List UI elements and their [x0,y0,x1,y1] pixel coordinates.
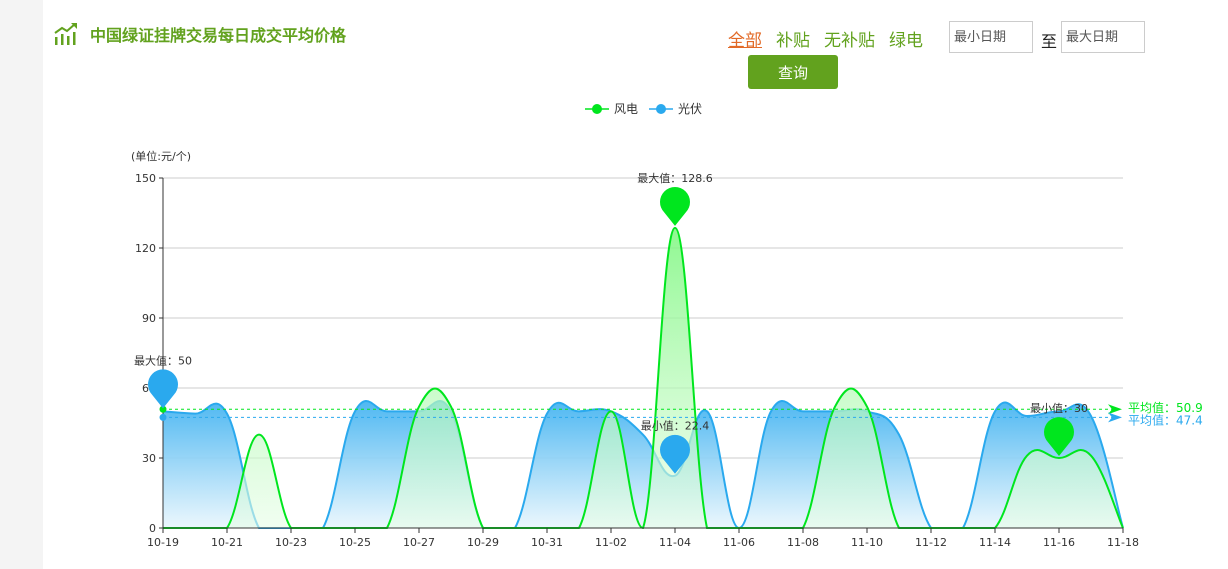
wind-average-start-dot [159,405,167,413]
y-tick-label: 150 [135,172,156,185]
x-tick-label: 10-29 [467,536,499,549]
solar-average-start-dot [159,413,167,421]
solar-min-pin [660,434,691,474]
x-tick-label: 11-14 [979,536,1011,549]
solar-max-label: 最大值：50 [134,353,192,367]
solar-series-line [162,400,1124,530]
y-tick-label: 30 [142,452,156,465]
x-tick-label: 11-08 [787,536,819,549]
wind-series-line [163,226,1124,530]
left-sidebar-strip [0,0,43,569]
min-date-input[interactable] [949,21,1033,53]
x-tick-label: 11-12 [915,536,947,549]
page-title: 中国绿证挂牌交易每日成交平均价格 [90,26,347,45]
wind-average-arrow [1108,404,1122,415]
chart-header: 中国绿证挂牌交易每日成交平均价格 [54,22,346,46]
y-tick-label: 120 [135,242,156,255]
y-tick-label: 90 [142,312,156,325]
y-unit-label: (单位:元/个) [131,149,191,163]
filter-subsidy[interactable]: 补贴 [776,26,810,51]
x-tick-label: 10-21 [211,536,243,549]
x-tick-label: 10-25 [339,536,371,549]
solar-min-label: 最小值：22.4 [641,420,710,433]
x-tick-label: 11-10 [851,536,883,549]
solar-max-pin [148,369,178,409]
y-tick-label: 0 [149,522,156,535]
x-tick-label: 10-23 [275,536,307,549]
trend-chart-icon [54,23,77,45]
wind-legend-marker [592,104,602,114]
x-tick-label: 11-06 [723,536,755,549]
solar-series-area [163,400,1123,528]
x-tick-label: 11-18 [1107,536,1139,549]
x-tick-label: 11-04 [659,536,691,549]
query-button[interactable]: 查询 [748,55,838,89]
x-tick-label: 10-27 [403,536,435,549]
category-filter-tabs: 全部 补贴 无补贴 绿电 [728,26,923,51]
date-range-separator: 至 [1041,32,1058,51]
solar-legend-label: 光伏 [678,102,702,116]
filter-all[interactable]: 全部 [728,26,762,51]
x-tick-label: 10-31 [531,536,563,549]
solar-average-label: 平均值：47.4 [1128,412,1203,427]
wind-legend-label: 风电 [614,102,638,116]
wind-max-pin [660,187,690,226]
filter-green-power[interactable]: 绿电 [889,26,923,51]
wind-min-label: 最小值：30 [1030,402,1088,415]
solar-average-arrow [1108,412,1122,423]
x-tick-label: 11-16 [1043,536,1075,549]
wind-min-pin [1044,417,1075,456]
filter-no-subsidy[interactable]: 无补贴 [824,26,875,51]
wind-average-label: 平均值：50.9 [1128,400,1203,415]
max-date-input[interactable] [1061,21,1145,53]
wind-series-area [163,227,1123,528]
x-tick-label: 10-19 [147,536,179,549]
y-tick-label: 60 [142,382,156,395]
solar-legend-marker [656,104,666,114]
wind-max-label: 最大值：128.6 [637,171,713,185]
price-chart: 0 30 60 90 120 150 (单位:元/个) 10-19 10-21 10-23 10-2… [131,102,1203,549]
x-tick-label: 11-02 [595,536,627,549]
